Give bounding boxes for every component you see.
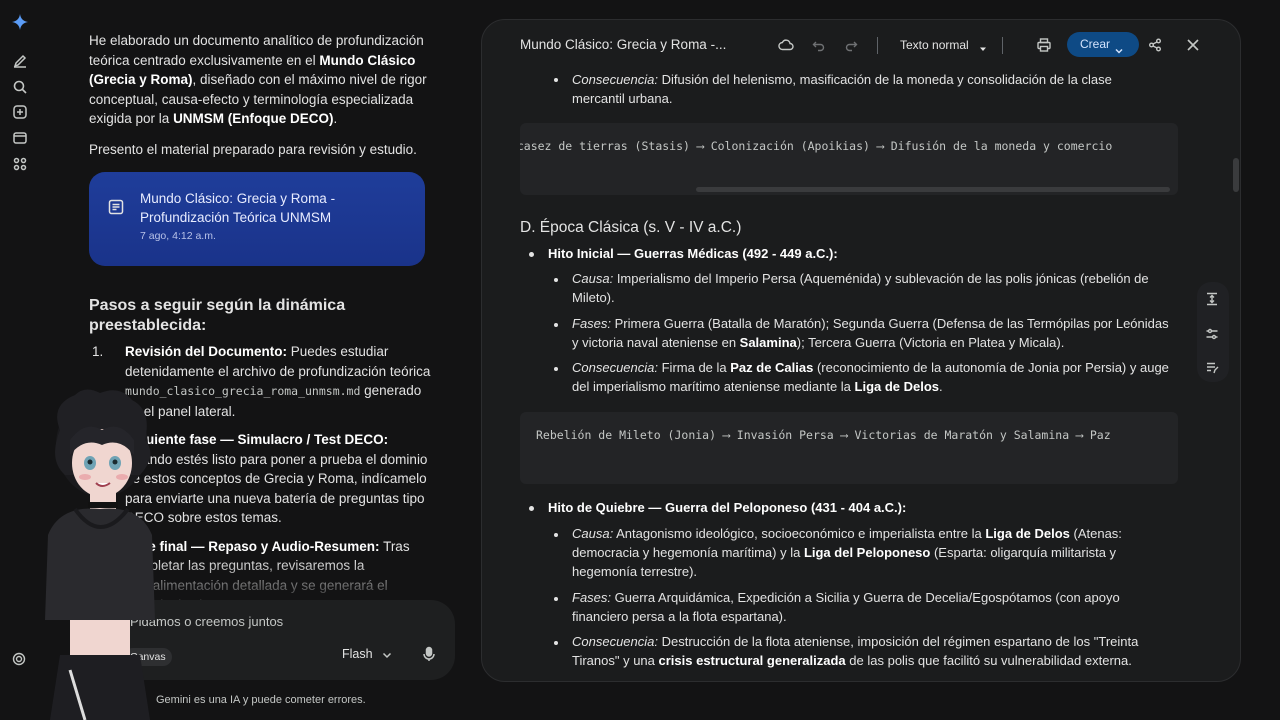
paragraph-line: Consecuencia: Destrucción de la flota at… — [572, 634, 1139, 649]
bullet — [554, 367, 558, 371]
toolbar-divider — [877, 37, 878, 54]
step-code: mundo_clasico_grecia_roma_unmsm.md — [125, 384, 361, 398]
step-title: Revisión del Documento: — [125, 344, 288, 359]
paragraph-line: financiero persa a la flota espartana). — [572, 609, 787, 624]
create-button-label: Crear — [1080, 37, 1111, 51]
vertical-scrollbar[interactable] — [1233, 158, 1239, 192]
paragraph-line: Consecuencia: Difusión del helenismo, ma… — [572, 72, 1112, 87]
gemini-app: He elaborado un documento analítico de p… — [0, 0, 1280, 720]
paragraph-line: Tiranos" y una crisis estructural genera… — [572, 653, 1132, 668]
paragraph-line: y victoria naval ateniense en Salamina);… — [572, 335, 1065, 350]
text-style-dropdown[interactable]: Texto normal — [900, 38, 969, 52]
document-title[interactable]: Mundo Clásico: Grecia y Roma -... — [520, 37, 726, 52]
gems-icon[interactable] — [12, 104, 28, 120]
document-panel: Mundo Clásico: Grecia y Roma -... Texto … — [481, 19, 1241, 682]
new-chat-icon[interactable] — [12, 53, 28, 69]
bullet — [554, 78, 558, 82]
bullet — [554, 533, 558, 537]
bullet — [554, 597, 558, 601]
bullet — [554, 641, 558, 645]
create-button[interactable]: Crear — [1067, 32, 1139, 57]
bullet — [529, 252, 534, 257]
cloud-save-icon[interactable] — [778, 37, 794, 53]
bullet — [554, 323, 558, 327]
print-icon[interactable] — [1036, 37, 1052, 53]
step-title: Fase final — Repaso y Audio-Resumen: — [125, 538, 380, 554]
paragraph-line: Causa: Imperialismo del Imperio Persa (A… — [572, 271, 1149, 286]
adjust-tone-icon[interactable] — [1205, 327, 1219, 341]
gemini-logo-icon[interactable] — [12, 14, 28, 30]
horizontal-scrollbar[interactable] — [696, 187, 1170, 192]
document-side-tools — [1197, 282, 1229, 382]
paragraph-line: Fases: Primera Guerra (Batalla de Marató… — [572, 316, 1169, 331]
disclaimer-text: Gemini es una IA y puede cometer errores… — [156, 694, 366, 706]
hito-heading: Hito Inicial — Guerras Médicas (492 - 44… — [548, 246, 838, 261]
step-number: 1. — [92, 344, 104, 359]
code-block[interactable]: Rebelión de Mileto (Jonia) ⟶ Invasión Pe… — [520, 412, 1178, 484]
intro-paragraph: He elaborado un documento analítico de p… — [89, 33, 427, 126]
paragraph-line: Causa: Antagonismo ideológico, socioecon… — [572, 526, 1122, 541]
code-block[interactable]: Escasez de tierras (Stasis) ⟶ Colonizaci… — [520, 123, 1178, 195]
chevron-down-icon — [1114, 40, 1124, 54]
paragraph-line: democracia y hegemonía marítima) y la Li… — [572, 545, 1117, 560]
paragraph-line: Mileto). — [572, 290, 615, 305]
present-paragraph: Presento el material preparado para revi… — [89, 142, 417, 157]
section-heading: D. Época Clásica (s. V - IV a.C.) — [520, 219, 742, 236]
document-icon — [107, 198, 125, 216]
streamer-avatar — [40, 385, 160, 720]
document-card-date: 7 ago, 4:12 a.m. — [140, 230, 216, 242]
close-icon[interactable] — [1185, 37, 1201, 53]
left-rail — [0, 0, 40, 720]
search-icon[interactable] — [12, 79, 28, 95]
undo-icon[interactable] — [811, 37, 827, 53]
document-card[interactable]: Mundo Clásico: Grecia y Roma - Profundiz… — [89, 172, 425, 266]
paragraph-line: mercantil urbana. — [572, 91, 673, 106]
expand-length-icon[interactable] — [1205, 292, 1219, 306]
library-icon[interactable] — [12, 130, 28, 146]
document-body[interactable]: Consecuencia: Difusión del helenismo, ma… — [482, 70, 1240, 681]
share-icon[interactable] — [1147, 37, 1163, 53]
code-text: Escasez de tierras (Stasis) ⟶ Colonizaci… — [520, 139, 1113, 153]
model-selector[interactable]: Flash — [342, 647, 373, 661]
redo-icon[interactable] — [843, 37, 859, 53]
suggest-edits-icon[interactable] — [1205, 361, 1219, 375]
chevron-down-icon[interactable] — [381, 649, 393, 661]
step-text: Cuando estés listo para poner a prueba e… — [125, 451, 428, 526]
toolbar-divider — [1002, 37, 1003, 54]
bullet — [529, 506, 534, 511]
microphone-icon[interactable] — [421, 646, 437, 662]
steps-heading: Pasos a seguir según la dinámica preesta… — [89, 297, 346, 334]
hito-heading: Hito de Quiebre — Guerra del Peloponeso … — [548, 500, 907, 515]
settings-icon[interactable] — [12, 652, 26, 666]
apps-icon[interactable] — [12, 156, 28, 172]
paragraph-line: Consecuencia: Firma de la Paz de Calias … — [572, 360, 1169, 375]
paragraph-line: del imperialismo marítimo ateniense medi… — [572, 379, 943, 394]
step-title: Siguiente fase — Simulacro / Test DECO: — [125, 432, 389, 447]
document-toolbar: Mundo Clásico: Grecia y Roma -... Texto … — [482, 20, 1240, 70]
caret-down-icon[interactable] — [978, 41, 988, 51]
paragraph-line: Fases: Guerra Arquidámica, Expedición a … — [572, 590, 1120, 605]
paragraph-line: hegemonía terrestre). — [572, 564, 698, 579]
bullet — [554, 278, 558, 282]
document-card-title: Mundo Clásico: Grecia y Roma - Profundiz… — [140, 191, 336, 225]
code-text: Rebelión de Mileto (Jonia) ⟶ Invasión Pe… — [536, 428, 1111, 442]
